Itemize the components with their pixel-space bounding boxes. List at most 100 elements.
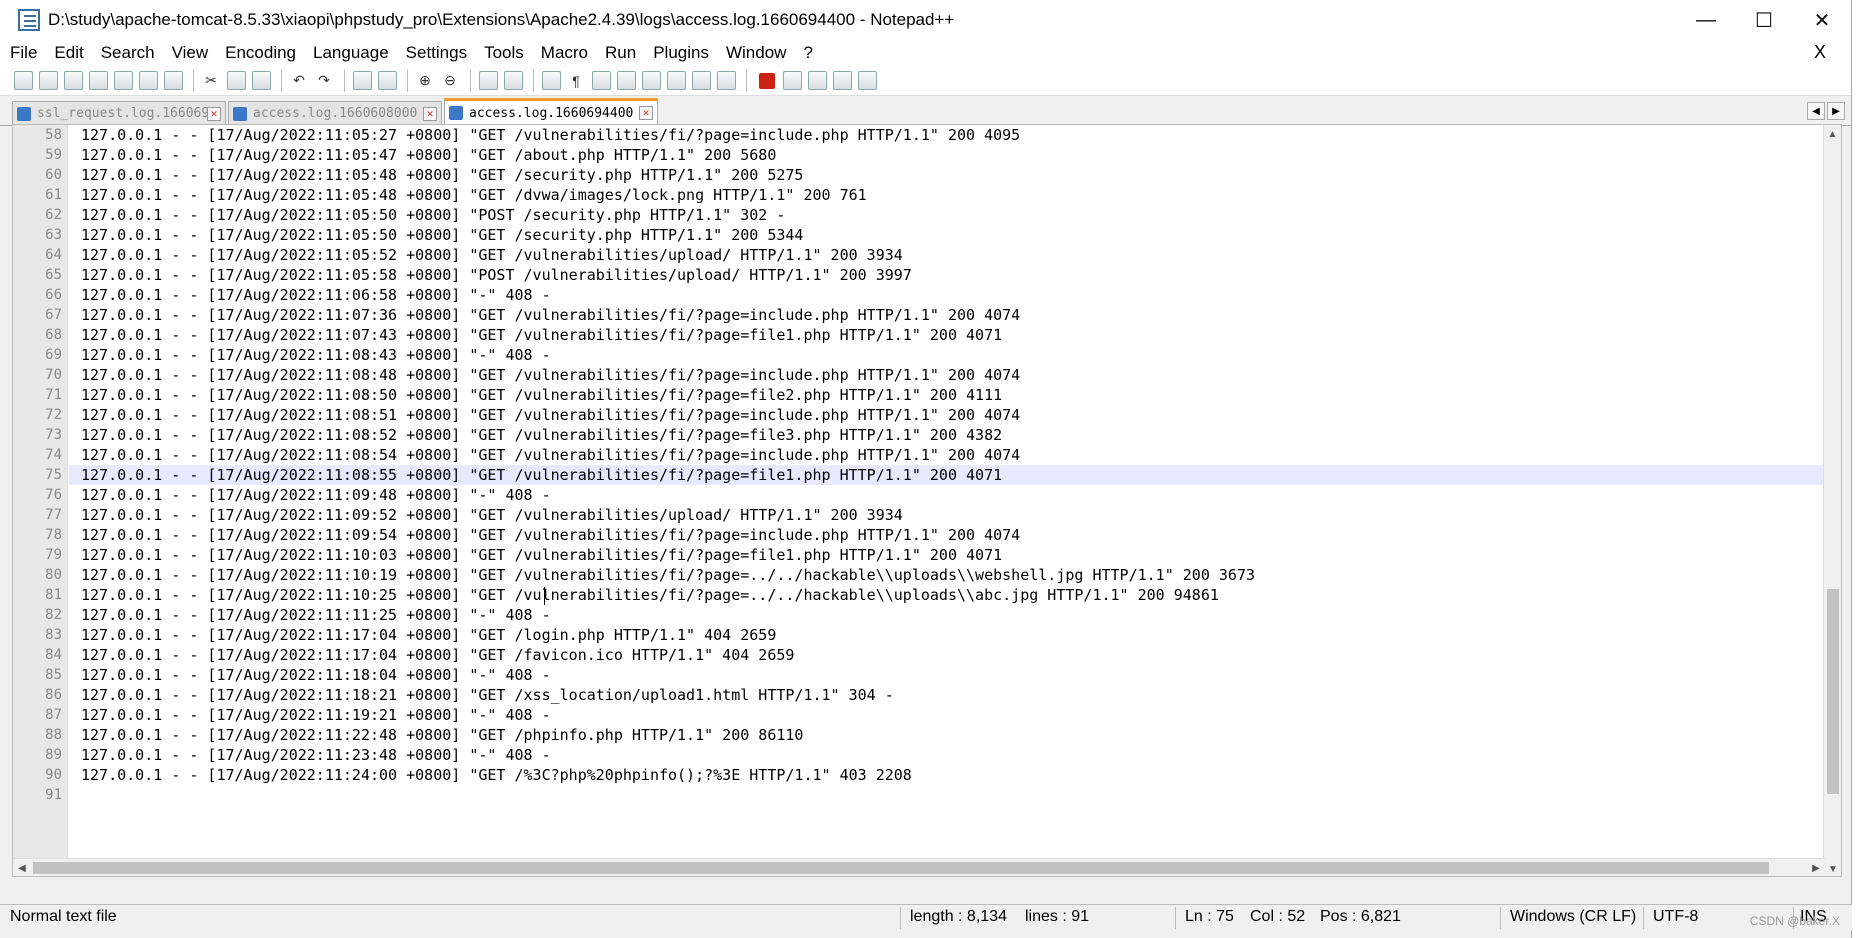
tab-close-icon[interactable]: ✕	[423, 106, 437, 121]
menu-edit[interactable]: Edit	[54, 43, 83, 63]
log-line[interactable]: 127.0.0.1 - - [17/Aug/2022:11:05:47 +080…	[69, 145, 1823, 165]
close-window-button[interactable]: ✕	[1793, 0, 1851, 40]
scroll-up-icon[interactable]: ▲	[1824, 125, 1841, 143]
cut-icon[interactable]: ✂	[200, 70, 222, 92]
stop-macro-icon[interactable]	[783, 71, 802, 90]
tab-scroll-left-icon[interactable]: ◀	[1807, 102, 1825, 120]
scroll-right-icon[interactable]: ▶	[1807, 859, 1825, 876]
log-line[interactable]: 127.0.0.1 - - [17/Aug/2022:11:23:48 +080…	[69, 745, 1823, 765]
log-line[interactable]: 127.0.0.1 - - [17/Aug/2022:11:18:21 +080…	[69, 685, 1823, 705]
vertical-scrollbar[interactable]: ▲ ▼	[1823, 125, 1841, 876]
scroll-left-icon[interactable]: ◀	[13, 859, 31, 876]
log-line[interactable]: 127.0.0.1 - - [17/Aug/2022:11:08:52 +080…	[69, 425, 1823, 445]
log-line[interactable]: 127.0.0.1 - - [17/Aug/2022:11:05:52 +080…	[69, 245, 1823, 265]
log-line[interactable]: 127.0.0.1 - - [17/Aug/2022:11:08:55 +080…	[69, 465, 1823, 485]
tab-close-icon[interactable]: ✕	[207, 106, 221, 121]
close-icon[interactable]	[114, 71, 133, 90]
tab-access-log-1660694400[interactable]: access.log.1660694400 ✕	[444, 98, 658, 125]
menu-file[interactable]: File	[10, 43, 37, 63]
show-all-chars-icon[interactable]: ¶	[565, 70, 587, 92]
log-line[interactable]: 127.0.0.1 - - [17/Aug/2022:11:10:25 +080…	[69, 585, 1823, 605]
menu-view[interactable]: View	[172, 43, 209, 63]
tab-ssl-request-log[interactable]: ssl_request.log.1660694400 ✕	[12, 101, 226, 125]
menu-help[interactable]: ?	[803, 43, 812, 63]
record-macro-icon[interactable]	[759, 72, 775, 89]
replace-icon[interactable]	[378, 71, 397, 90]
doc-map-icon[interactable]	[642, 71, 661, 90]
log-line[interactable]: 127.0.0.1 - - [17/Aug/2022:11:08:48 +080…	[69, 365, 1823, 385]
log-line[interactable]: 127.0.0.1 - - [17/Aug/2022:11:05:50 +080…	[69, 205, 1823, 225]
log-line[interactable]: 127.0.0.1 - - [17/Aug/2022:11:05:48 +080…	[69, 165, 1823, 185]
log-line[interactable]: 127.0.0.1 - - [17/Aug/2022:11:10:03 +080…	[69, 545, 1823, 565]
zoom-out-icon[interactable]: ⊖	[439, 70, 461, 92]
log-line[interactable]: 127.0.0.1 - - [17/Aug/2022:11:08:51 +080…	[69, 405, 1823, 425]
indent-guide-icon[interactable]	[592, 71, 611, 90]
find-icon[interactable]	[353, 71, 372, 90]
close-all-icon[interactable]	[139, 71, 158, 90]
log-line[interactable]: 127.0.0.1 - - [17/Aug/2022:11:05:58 +080…	[69, 265, 1823, 285]
tab-access-log-1660608000[interactable]: access.log.1660608000 ✕	[228, 101, 442, 125]
menu-encoding[interactable]: Encoding	[225, 43, 296, 63]
run-macro-multiple-icon[interactable]	[833, 71, 852, 90]
save-all-icon[interactable]	[89, 71, 108, 90]
log-line[interactable]: 127.0.0.1 - - [17/Aug/2022:11:05:48 +080…	[69, 185, 1823, 205]
copy-icon[interactable]	[227, 71, 246, 90]
tab-scroll-right-icon[interactable]: ▶	[1827, 102, 1845, 120]
minimize-button[interactable]: —	[1677, 0, 1735, 40]
menu-window[interactable]: Window	[726, 43, 786, 63]
log-line[interactable]: 127.0.0.1 - - [17/Aug/2022:11:10:19 +080…	[69, 565, 1823, 585]
close-document-button[interactable]: X	[1814, 42, 1826, 63]
print-icon[interactable]	[164, 71, 183, 90]
log-line[interactable]: 127.0.0.1 - - [17/Aug/2022:11:08:54 +080…	[69, 445, 1823, 465]
log-line[interactable]: 127.0.0.1 - - [17/Aug/2022:11:08:50 +080…	[69, 385, 1823, 405]
menu-plugins[interactable]: Plugins	[653, 43, 709, 63]
log-line[interactable]	[69, 785, 1823, 805]
play-macro-icon[interactable]	[808, 71, 827, 90]
log-line[interactable]: 127.0.0.1 - - [17/Aug/2022:11:19:21 +080…	[69, 705, 1823, 725]
log-line[interactable]: 127.0.0.1 - - [17/Aug/2022:11:22:48 +080…	[69, 725, 1823, 745]
zoom-in-icon[interactable]: ⊕	[414, 70, 436, 92]
function-list-icon[interactable]	[667, 71, 686, 90]
highlighted-log-line[interactable]: 127.0.0.1 - - [17/Aug/2022:11:24:00 +080…	[69, 765, 1823, 785]
folder-workspace-icon[interactable]	[692, 71, 711, 90]
log-line[interactable]: 127.0.0.1 - - [17/Aug/2022:11:09:48 +080…	[69, 485, 1823, 505]
log-line[interactable]: 127.0.0.1 - - [17/Aug/2022:11:09:52 +080…	[69, 505, 1823, 525]
log-line[interactable]: 127.0.0.1 - - [17/Aug/2022:11:17:04 +080…	[69, 625, 1823, 645]
open-file-icon[interactable]	[39, 71, 58, 90]
save-macro-icon[interactable]	[858, 71, 877, 90]
menu-language[interactable]: Language	[313, 43, 389, 63]
paste-icon[interactable]	[252, 71, 271, 90]
log-line[interactable]: 127.0.0.1 - - [17/Aug/2022:11:11:25 +080…	[69, 605, 1823, 625]
log-line[interactable]: 127.0.0.1 - - [17/Aug/2022:11:06:58 +080…	[69, 285, 1823, 305]
lang-icon[interactable]	[617, 71, 636, 90]
monitor-icon[interactable]	[717, 71, 736, 90]
log-line[interactable]: 127.0.0.1 - - [17/Aug/2022:11:08:43 +080…	[69, 345, 1823, 365]
log-line[interactable]: 127.0.0.1 - - [17/Aug/2022:11:17:04 +080…	[69, 645, 1823, 665]
text-editor[interactable]: 58 59 60 61 62 63 64 65 66 67 68 69 70 71 72 73 74 75 76 77…	[12, 124, 1842, 877]
sync-vertical-icon[interactable]	[479, 71, 498, 90]
menu-run[interactable]: Run	[605, 43, 636, 63]
log-line[interactable]: 127.0.0.1 - - [17/Aug/2022:11:18:04 +080…	[69, 665, 1823, 685]
log-line[interactable]: 127.0.0.1 - - [17/Aug/2022:11:07:36 +080…	[69, 305, 1823, 325]
log-line[interactable]: 127.0.0.1 - - [17/Aug/2022:11:05:50 +080…	[69, 225, 1823, 245]
maximize-button[interactable]: ☐	[1735, 0, 1793, 40]
undo-icon[interactable]: ↶	[288, 70, 310, 92]
horizontal-scroll-thumb[interactable]	[33, 862, 1769, 874]
menu-settings[interactable]: Settings	[406, 43, 467, 63]
tab-close-icon[interactable]: ✕	[639, 106, 653, 120]
vertical-scroll-thumb[interactable]	[1827, 589, 1839, 794]
code-area[interactable]: 127.0.0.1 - - [17/Aug/2022:11:05:27 +080…	[69, 125, 1823, 805]
log-line[interactable]: 127.0.0.1 - - [17/Aug/2022:11:09:54 +080…	[69, 525, 1823, 545]
scroll-down-icon[interactable]: ▼	[1824, 860, 1841, 876]
menu-macro[interactable]: Macro	[541, 43, 588, 63]
menu-search[interactable]: Search	[101, 43, 155, 63]
sync-horizontal-icon[interactable]	[504, 71, 523, 90]
menu-tools[interactable]: Tools	[484, 43, 524, 63]
word-wrap-icon[interactable]	[542, 71, 561, 90]
redo-icon[interactable]: ↷	[313, 70, 335, 92]
horizontal-scrollbar[interactable]: ◀ ▶	[13, 858, 1825, 876]
new-file-icon[interactable]	[14, 71, 33, 90]
log-line[interactable]: 127.0.0.1 - - [17/Aug/2022:11:07:43 +080…	[69, 325, 1823, 345]
log-line[interactable]: 127.0.0.1 - - [17/Aug/2022:11:05:27 +080…	[69, 125, 1823, 145]
save-icon[interactable]	[64, 71, 83, 90]
